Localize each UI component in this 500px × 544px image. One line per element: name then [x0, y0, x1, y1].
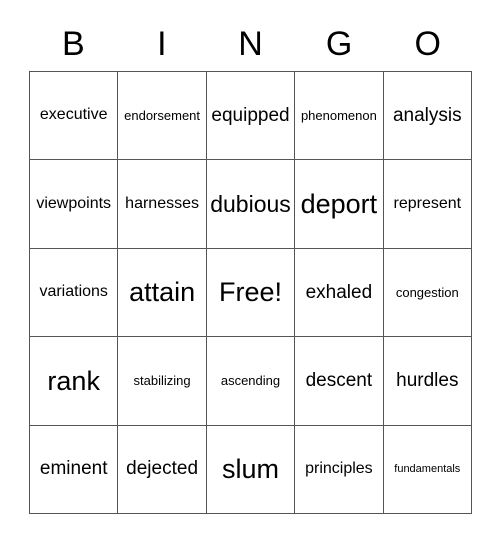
bingo-cell[interactable]: stabilizing: [118, 337, 207, 426]
header-letter-text: B: [61, 25, 85, 63]
bingo-cell[interactable]: analysis: [383, 72, 472, 161]
bingo-cell-label: descent: [305, 369, 373, 391]
bingo-cell[interactable]: ascending: [206, 337, 296, 426]
bingo-cell-label: ascending: [220, 373, 281, 389]
bingo-header-letter-n: N: [206, 18, 295, 70]
bingo-cell[interactable]: deport: [295, 160, 384, 249]
bingo-grid: executive endorsement equipped phenomenon an…: [29, 71, 472, 514]
bingo-cell-label: attain: [129, 277, 196, 308]
bingo-cell-label: represent: [393, 194, 462, 212]
bingo-cell-label: dubious: [210, 191, 291, 218]
header-letter-text: I: [157, 25, 167, 63]
bingo-cell[interactable]: dejected: [118, 425, 207, 514]
bingo-cell[interactable]: equipped: [206, 72, 296, 161]
bingo-cell[interactable]: slum: [206, 425, 296, 514]
bingo-cell-label: endorsement: [124, 107, 201, 123]
bingo-header-letter-i: I: [118, 18, 207, 70]
bingo-cell[interactable]: viewpoints: [30, 160, 119, 249]
bingo-cell-label: equipped: [211, 104, 290, 126]
bingo-cell[interactable]: Free!: [206, 248, 296, 338]
bingo-cell-label: stabilizing: [133, 373, 191, 389]
bingo-cell-label: hurdles: [396, 369, 459, 391]
header-letter-text: G: [325, 25, 353, 63]
bingo-header-letter-o: O: [383, 18, 472, 70]
bingo-cell[interactable]: phenomenon: [295, 72, 384, 161]
bingo-cell[interactable]: executive: [30, 72, 119, 161]
bingo-free-space-label: Free!: [218, 277, 282, 308]
bingo-cell[interactable]: hurdles: [383, 337, 472, 426]
header-letter-text: N: [238, 25, 263, 63]
bingo-header-row: B I N G O: [29, 18, 472, 70]
bingo-header-letter-b: B: [29, 18, 118, 70]
bingo-cell[interactable]: attain: [118, 248, 207, 338]
bingo-cell-label: rank: [47, 365, 100, 396]
bingo-cell-label: congestion: [395, 284, 459, 300]
bingo-cell[interactable]: dubious: [206, 160, 296, 249]
bingo-cell[interactable]: congestion: [383, 248, 472, 338]
bingo-header-letter-g: G: [295, 18, 384, 70]
bingo-cell-label: harnesses: [125, 194, 199, 212]
header-letter-text: O: [414, 25, 441, 63]
bingo-cell-label: fundamentals: [394, 462, 461, 475]
bingo-cell[interactable]: variations: [30, 248, 119, 338]
bingo-cell[interactable]: rank: [30, 337, 119, 426]
bingo-cell-label: dejected: [126, 458, 199, 480]
bingo-cell[interactable]: descent: [295, 337, 384, 426]
bingo-cell-label: deport: [300, 188, 378, 219]
bingo-cell-label: eminent: [39, 458, 108, 480]
bingo-cell[interactable]: eminent: [30, 425, 119, 514]
bingo-cell[interactable]: endorsement: [118, 72, 207, 161]
bingo-cell-label: principles: [305, 459, 373, 477]
bingo-cell-label: exhaled: [305, 281, 373, 303]
bingo-cell-label: phenomenon: [300, 107, 377, 123]
bingo-cell-label: executive: [39, 106, 108, 124]
bingo-cell-label: viewpoints: [36, 194, 112, 212]
bingo-cell[interactable]: represent: [383, 160, 472, 249]
bingo-cell[interactable]: fundamentals: [383, 425, 472, 514]
bingo-cell[interactable]: harnesses: [118, 160, 207, 249]
bingo-cell-label: analysis: [392, 104, 462, 126]
bingo-cell[interactable]: principles: [295, 425, 384, 514]
bingo-cell-label: variations: [39, 283, 108, 301]
bingo-cell-label: slum: [221, 454, 279, 485]
bingo-cell[interactable]: exhaled: [295, 248, 384, 338]
bingo-card: B I N G O executive endorsement equipped ph…: [0, 0, 500, 544]
